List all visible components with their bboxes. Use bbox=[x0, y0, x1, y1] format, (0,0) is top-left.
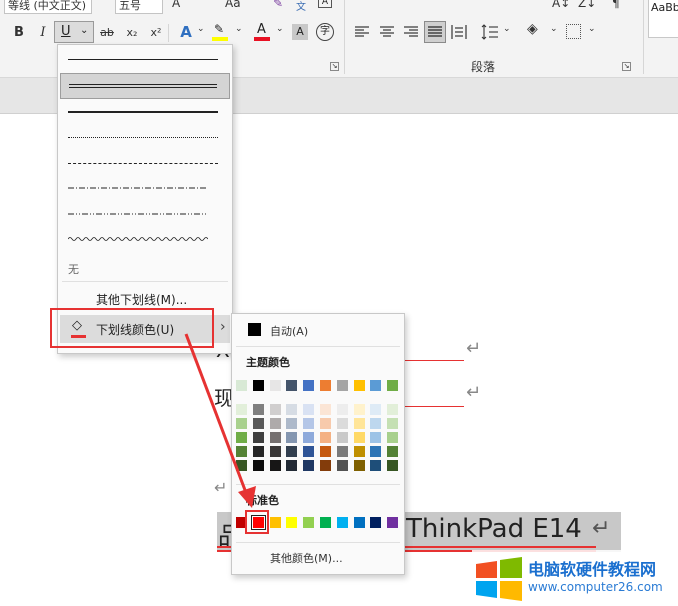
watermark: 电脑软硬件教程网 www.computer26.com bbox=[472, 550, 678, 606]
windows-logo-icon bbox=[474, 556, 524, 602]
annotation-arrow bbox=[184, 333, 256, 508]
watermark-site-name: 电脑软硬件教程网 bbox=[528, 560, 657, 579]
watermark-url: www.computer26.com bbox=[528, 580, 663, 594]
